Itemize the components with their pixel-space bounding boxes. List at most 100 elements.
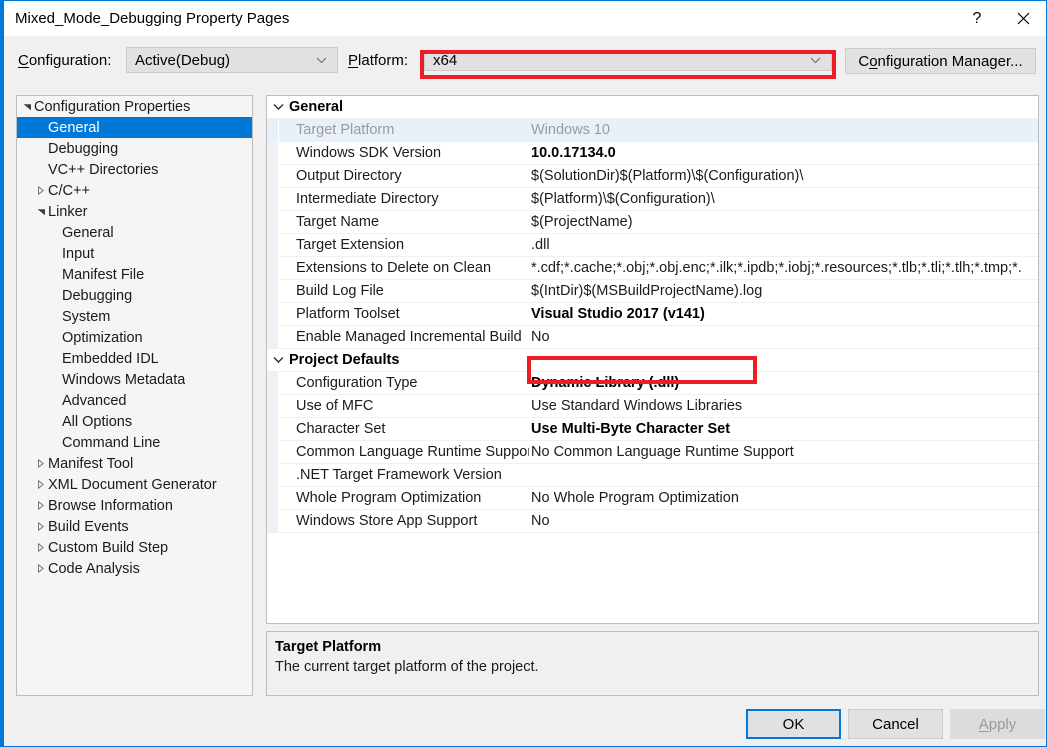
chevron-down-icon [316, 57, 327, 64]
property-row[interactable]: Platform ToolsetVisual Studio 2017 (v141… [267, 303, 1038, 326]
tree-item-label: System [62, 309, 110, 325]
tree-item-debugging[interactable]: Debugging [17, 285, 252, 306]
property-value[interactable]: .dll [529, 237, 1038, 253]
help-question-icon[interactable]: ? [954, 1, 1000, 36]
property-value[interactable]: No Common Language Runtime Support [529, 444, 1038, 460]
chevron-down-icon[interactable] [34, 208, 48, 216]
tree-item-browse-information[interactable]: Browse Information [17, 495, 252, 516]
property-value[interactable]: No Whole Program Optimization [529, 490, 1038, 506]
platform-dropdown[interactable]: x64 [424, 50, 832, 71]
property-row-gutter [267, 303, 279, 325]
property-value[interactable]: Windows 10 [529, 122, 1038, 138]
property-category-general[interactable]: General [267, 96, 1038, 119]
property-value[interactable]: Dynamic Library (.dll) [529, 375, 1038, 391]
property-value[interactable]: Visual Studio 2017 (v141) [529, 306, 1038, 322]
tree-item-code-analysis[interactable]: Code Analysis [17, 558, 252, 579]
tree-item-command-line[interactable]: Command Line [17, 432, 252, 453]
tree-item-custom-build-step[interactable]: Custom Build Step [17, 537, 252, 558]
property-value[interactable]: *.cdf;*.cache;*.obj;*.obj.enc;*.ilk;*.ip… [529, 260, 1038, 276]
property-row[interactable]: Use of MFCUse Standard Windows Libraries [267, 395, 1038, 418]
chevron-down-icon[interactable] [20, 103, 34, 111]
tree-item-windows-metadata[interactable]: Windows Metadata [17, 369, 252, 390]
configuration-manager-button[interactable]: Configuration Manager... [845, 48, 1036, 74]
tree-item-manifest-tool[interactable]: Manifest Tool [17, 453, 252, 474]
property-row[interactable]: Configuration TypeDynamic Library (.dll) [267, 372, 1038, 395]
property-category-label: General [289, 99, 343, 115]
chevron-right-icon[interactable] [34, 459, 48, 468]
tree-item-all-options[interactable]: All Options [17, 411, 252, 432]
tree-item-label: Debugging [62, 288, 132, 304]
tree-item-xml-document-generator[interactable]: XML Document Generator [17, 474, 252, 495]
tree-item-general[interactable]: General [17, 222, 252, 243]
chevron-right-icon[interactable] [34, 501, 48, 510]
tree-item-advanced[interactable]: Advanced [17, 390, 252, 411]
property-value[interactable]: No [529, 329, 1038, 345]
tree-item-input[interactable]: Input [17, 243, 252, 264]
property-name: Enable Managed Incremental Build [279, 329, 529, 345]
cancel-label: Cancel [872, 716, 919, 733]
property-value[interactable]: $(ProjectName) [529, 214, 1038, 230]
chevron-right-icon[interactable] [34, 522, 48, 531]
chevron-right-icon[interactable] [34, 543, 48, 552]
property-row[interactable]: Build Log File$(IntDir)$(MSBuildProjectN… [267, 280, 1038, 303]
tree-list: Configuration PropertiesGeneralDebugging… [17, 96, 252, 579]
property-row[interactable]: Enable Managed Incremental BuildNo [267, 326, 1038, 349]
chevron-down-icon[interactable] [267, 103, 289, 111]
property-value[interactable]: Use Multi-Byte Character Set [529, 421, 1038, 437]
tree-item-vc-directories[interactable]: VC++ Directories [17, 159, 252, 180]
tree-item-c-c[interactable]: C/C++ [17, 180, 252, 201]
tree-item-general[interactable]: General [17, 117, 252, 138]
property-value[interactable]: Use Standard Windows Libraries [529, 398, 1038, 414]
tree-item-configuration-properties[interactable]: Configuration Properties [17, 96, 252, 117]
property-value[interactable]: $(Platform)\$(Configuration)\ [529, 191, 1038, 207]
property-value[interactable]: No [529, 513, 1038, 529]
property-row[interactable]: Windows Store App SupportNo [267, 510, 1038, 533]
tree-item-label: Windows Metadata [62, 372, 185, 388]
tree-item-manifest-file[interactable]: Manifest File [17, 264, 252, 285]
tree-item-debugging[interactable]: Debugging [17, 138, 252, 159]
property-row[interactable]: Whole Program OptimizationNo Whole Progr… [267, 487, 1038, 510]
close-icon[interactable] [1000, 1, 1046, 36]
tree-item-linker[interactable]: Linker [17, 201, 252, 222]
property-row[interactable]: Character SetUse Multi-Byte Character Se… [267, 418, 1038, 441]
property-row[interactable]: Target PlatformWindows 10 [267, 119, 1038, 142]
property-row[interactable]: Common Language Runtime SupportNo Common… [267, 441, 1038, 464]
chevron-right-icon[interactable] [34, 480, 48, 489]
configuration-dropdown[interactable]: Active(Debug) [126, 47, 338, 73]
configuration-manager-label: Configuration Manager... [858, 53, 1022, 70]
property-row[interactable]: Output Directory$(SolutionDir)$(Platform… [267, 165, 1038, 188]
tree-item-embedded-idl[interactable]: Embedded IDL [17, 348, 252, 369]
property-grid[interactable]: GeneralTarget PlatformWindows 10Windows … [266, 95, 1039, 624]
property-name: Output Directory [279, 168, 529, 184]
property-value[interactable]: 10.0.17134.0 [529, 145, 1038, 161]
property-row-gutter [267, 372, 279, 394]
property-value[interactable]: $(SolutionDir)$(Platform)\$(Configuratio… [529, 168, 1038, 184]
window-title: Mixed_Mode_Debugging Property Pages [15, 10, 289, 27]
chevron-right-icon[interactable] [34, 564, 48, 573]
property-row[interactable]: .NET Target Framework Version [267, 464, 1038, 487]
cancel-button[interactable]: Cancel [848, 709, 943, 739]
property-row[interactable]: Extensions to Delete on Clean*.cdf;*.cac… [267, 257, 1038, 280]
platform-dropdown-value: x64 [433, 52, 457, 69]
property-row[interactable]: Intermediate Directory$(Platform)\$(Conf… [267, 188, 1038, 211]
property-value[interactable]: $(IntDir)$(MSBuildProjectName).log [529, 283, 1038, 299]
configuration-properties-tree[interactable]: Configuration PropertiesGeneralDebugging… [16, 95, 253, 696]
property-name: Intermediate Directory [279, 191, 529, 207]
chevron-down-icon[interactable] [267, 356, 289, 364]
tree-item-system[interactable]: System [17, 306, 252, 327]
chevron-down-icon [810, 57, 821, 64]
tree-item-optimization[interactable]: Optimization [17, 327, 252, 348]
description-body: The current target platform of the proje… [275, 657, 1030, 677]
property-name: Common Language Runtime Support [279, 444, 529, 460]
property-name: Target Platform [279, 122, 529, 138]
tree-item-label: Optimization [62, 330, 143, 346]
property-row[interactable]: Target Name$(ProjectName) [267, 211, 1038, 234]
property-row[interactable]: Target Extension.dll [267, 234, 1038, 257]
tree-item-label: Configuration Properties [34, 99, 190, 115]
property-category-project-defaults[interactable]: Project Defaults [267, 349, 1038, 372]
ok-button[interactable]: OK [746, 709, 841, 739]
chevron-right-icon[interactable] [34, 186, 48, 195]
property-name: .NET Target Framework Version [279, 467, 529, 483]
property-row[interactable]: Windows SDK Version10.0.17134.0 [267, 142, 1038, 165]
tree-item-build-events[interactable]: Build Events [17, 516, 252, 537]
